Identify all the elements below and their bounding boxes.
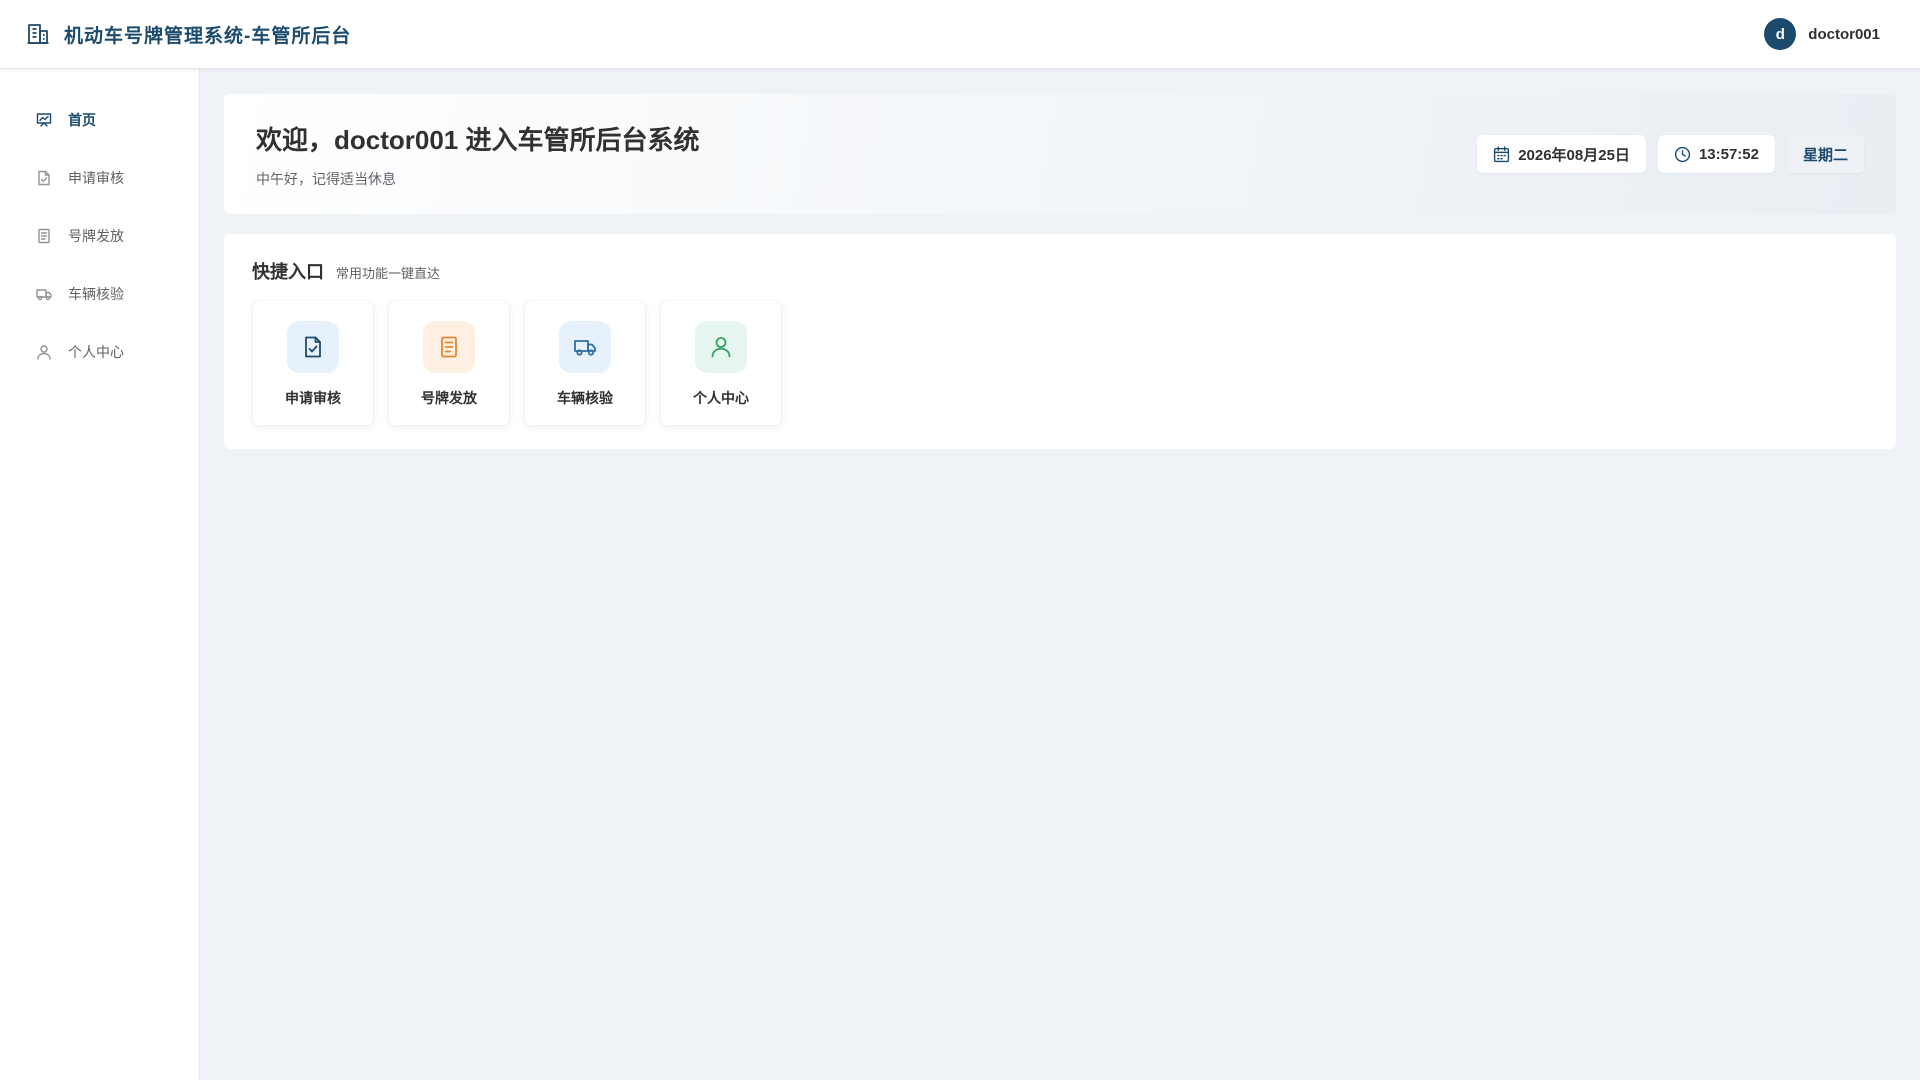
clock-icon	[1674, 146, 1691, 163]
quick-card-icon-box	[423, 321, 475, 373]
file-check-icon	[36, 170, 52, 186]
quick-access-panel: 快捷入口 常用功能一键直达 申请审核 号牌发放 车辆核验 个人中心	[224, 234, 1896, 449]
top-header: 机动车号牌管理系统-车管所后台 d doctor001	[0, 0, 1920, 69]
quick-card-label: 车辆核验	[557, 390, 613, 406]
time-text: 13:57:52	[1698, 145, 1759, 163]
document-list-icon	[36, 228, 52, 244]
welcome-title: 欢迎，doctor001 进入车管所后台系统	[256, 124, 700, 155]
welcome-text: 欢迎，doctor001 进入车管所后台系统 中午好，记得适当休息	[256, 120, 700, 189]
datetime-chips: 2026年08月25日 13:57:52 星期二	[1477, 135, 1864, 173]
welcome-banner: 欢迎，doctor001 进入车管所后台系统 中午好，记得适当休息 2026年0…	[224, 94, 1896, 214]
quick-card-label: 申请审核	[285, 390, 341, 406]
quick-card-icon-box	[287, 321, 339, 373]
sidebar-item-label: 个人中心	[68, 344, 124, 360]
sidebar-item-vehicle-verification[interactable]: 车辆核验	[0, 265, 199, 323]
time-chip: 13:57:52	[1657, 135, 1775, 173]
building-icon	[26, 22, 50, 46]
sidebar: 首页 申请审核 号牌发放 车辆核验 个人中心	[0, 69, 200, 1080]
quick-card-icon-box	[559, 321, 611, 373]
quick-access-subtitle: 常用功能一键直达	[336, 266, 441, 281]
quick-access-header: 快捷入口 常用功能一键直达	[252, 258, 1868, 284]
sidebar-item-application-review[interactable]: 申请审核	[0, 149, 199, 207]
welcome-subtitle: 中午好，记得适当休息	[256, 170, 396, 187]
sidebar-item-label: 车辆核验	[68, 286, 124, 302]
calendar-icon	[1493, 145, 1510, 163]
user-icon	[711, 337, 731, 358]
quick-card-icon-box	[695, 321, 747, 373]
quick-card-label: 号牌发放	[421, 390, 477, 406]
document-list-icon	[441, 336, 457, 358]
quick-card-profile[interactable]: 个人中心	[660, 300, 782, 426]
sidebar-item-label: 申请审核	[68, 170, 124, 186]
date-text: 2026年08月25日	[1518, 146, 1630, 164]
quick-card-application-review[interactable]: 申请审核	[252, 300, 374, 426]
quick-card-vehicle-verification[interactable]: 车辆核验	[524, 300, 646, 426]
sidebar-item-label: 号牌发放	[68, 228, 124, 244]
quick-access-title: 快捷入口	[252, 262, 324, 282]
app-title: 机动车号牌管理系统-车管所后台	[64, 25, 352, 47]
sidebar-item-label: 首页	[68, 112, 96, 128]
quick-card-label: 个人中心	[693, 390, 749, 406]
weekday-text: 星期二	[1802, 146, 1848, 164]
brand: 机动车号牌管理系统-车管所后台	[26, 21, 351, 48]
avatar[interactable]: d	[1764, 18, 1797, 50]
user-menu[interactable]: d doctor001	[1764, 18, 1880, 50]
date-chip: 2026年08月25日	[1477, 135, 1646, 173]
username[interactable]: doctor001	[1808, 26, 1880, 43]
sidebar-item-plate-issuance[interactable]: 号牌发放	[0, 207, 199, 265]
truck-icon	[574, 340, 596, 356]
truck-icon	[36, 286, 52, 302]
quick-card-plate-issuance[interactable]: 号牌发放	[388, 300, 510, 426]
sidebar-item-home[interactable]: 首页	[0, 91, 199, 149]
main-content: 欢迎，doctor001 进入车管所后台系统 中午好，记得适当休息 2026年0…	[224, 94, 1896, 449]
dashboard-icon	[36, 112, 52, 128]
file-check-icon	[305, 336, 321, 358]
user-icon	[36, 344, 52, 360]
quick-access-cards: 申请审核 号牌发放 车辆核验 个人中心	[252, 300, 1868, 426]
sidebar-item-profile[interactable]: 个人中心	[0, 323, 199, 381]
weekday-chip: 星期二	[1786, 135, 1864, 173]
